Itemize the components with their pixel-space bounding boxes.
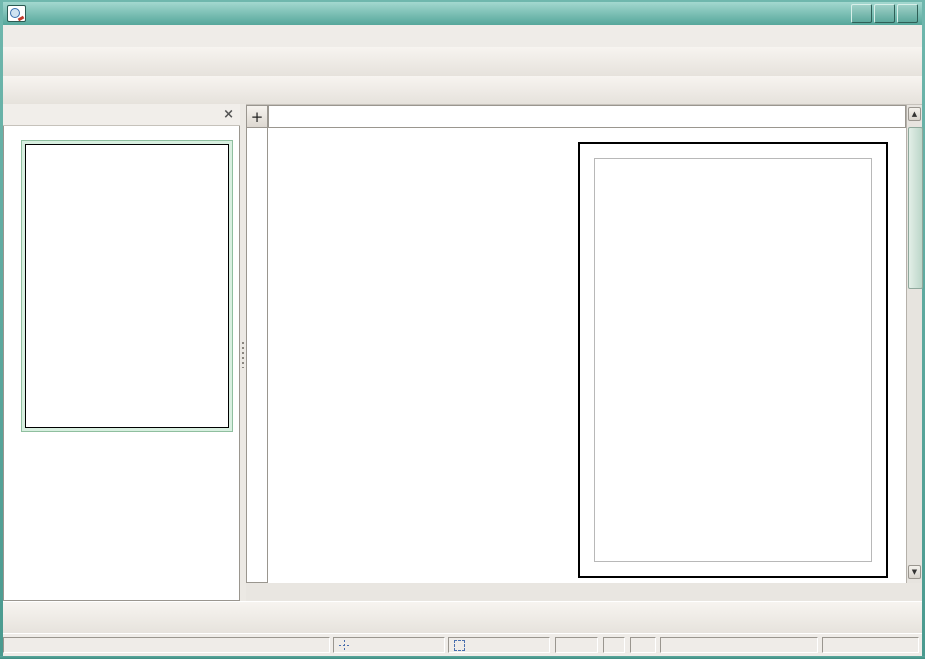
drawing-toolbar bbox=[3, 601, 922, 635]
status-modified-flag bbox=[603, 637, 625, 653]
ruler-origin-button[interactable]: + bbox=[246, 105, 268, 128]
panel-close-icon[interactable]: × bbox=[223, 110, 234, 120]
scroll-down-icon[interactable]: ▼ bbox=[908, 565, 921, 579]
menu-bar bbox=[3, 25, 922, 48]
maximize-button[interactable] bbox=[874, 4, 895, 23]
standard-toolbar bbox=[3, 47, 922, 77]
status-bar bbox=[3, 633, 922, 657]
close-button[interactable] bbox=[897, 4, 918, 23]
vertical-ruler bbox=[246, 128, 268, 583]
app-window: × + ▲ ▼ bbox=[0, 0, 925, 659]
status-signature bbox=[630, 637, 656, 653]
minimize-button[interactable] bbox=[851, 4, 872, 23]
layer-tab-bar bbox=[246, 583, 922, 601]
page-drawing bbox=[580, 144, 886, 576]
vertical-scrollbar-thumb[interactable] bbox=[908, 127, 923, 289]
vertical-scrollbar[interactable]: ▲ ▼ bbox=[906, 105, 922, 583]
status-object-info bbox=[3, 637, 330, 653]
position-icon bbox=[339, 640, 350, 651]
pages-panel-header: × bbox=[3, 104, 240, 126]
app-icon bbox=[7, 5, 26, 22]
horizontal-ruler bbox=[268, 105, 906, 128]
page-thumbnail-drawing bbox=[26, 145, 226, 425]
status-slide-info bbox=[660, 637, 818, 653]
page-thumbnail[interactable] bbox=[21, 140, 233, 432]
status-cursor-position[interactable] bbox=[333, 637, 445, 653]
status-object-size[interactable] bbox=[448, 637, 550, 653]
drawing-canvas[interactable] bbox=[268, 128, 906, 583]
scroll-up-icon[interactable]: ▲ bbox=[908, 107, 921, 121]
size-icon bbox=[454, 640, 465, 651]
title-bar[interactable] bbox=[3, 2, 922, 25]
pages-panel bbox=[3, 126, 240, 601]
page[interactable] bbox=[578, 142, 888, 578]
status-zoom-level[interactable] bbox=[555, 637, 598, 653]
line-and-filling-toolbar bbox=[3, 76, 922, 105]
status-view-mode bbox=[822, 637, 919, 653]
